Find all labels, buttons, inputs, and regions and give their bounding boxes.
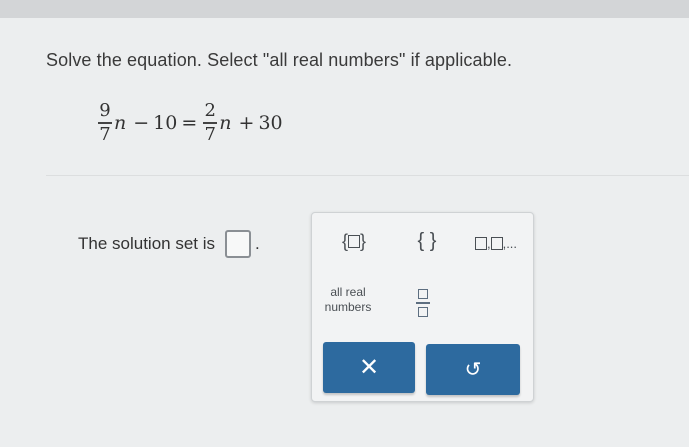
numerator-box-icon <box>418 289 428 300</box>
equals-sign: = <box>181 112 198 134</box>
top-bar <box>0 0 689 18</box>
lhs-denominator: 7 <box>99 123 111 145</box>
rhs-denominator: 7 <box>204 123 216 145</box>
denominator-box-icon <box>418 306 428 317</box>
list-button[interactable]: ,,... <box>472 231 520 255</box>
fraction-bar-icon <box>416 302 430 304</box>
rhs-fraction: 2 7 <box>203 100 218 146</box>
undo-button[interactable]: ↺ <box>426 344 520 395</box>
answer-input[interactable] <box>225 230 252 258</box>
rhs-constant: 30 <box>258 112 283 134</box>
lhs-variable: n <box>114 112 127 134</box>
lhs-fraction: 9 7 <box>98 100 112 146</box>
lhs-numerator: 9 <box>99 100 111 122</box>
rhs-numerator: 2 <box>204 100 216 122</box>
empty-set-button[interactable]: { } <box>407 227 447 255</box>
rhs-variable: n <box>219 112 232 134</box>
lhs-constant: 10 <box>153 112 178 134</box>
fraction-button[interactable] <box>410 281 436 325</box>
placeholder-box-icon <box>348 234 360 248</box>
section-divider <box>46 175 689 176</box>
set-with-element-button[interactable]: {} <box>334 227 374 255</box>
close-icon: ✕ <box>358 354 380 381</box>
math-palette: {} { } ,,... all real numbers ✕ ↺ <box>311 212 534 402</box>
list-suffix: ,... <box>502 235 518 251</box>
undo-icon: ↺ <box>464 359 482 381</box>
all-real-numbers-button[interactable]: all real numbers <box>318 281 378 319</box>
placeholder-box-icon <box>474 236 487 250</box>
right-brace: } <box>360 230 367 251</box>
answer-period: . <box>255 234 260 253</box>
placeholder-box-icon <box>490 236 503 250</box>
lhs-operator: − <box>133 112 150 134</box>
clear-button[interactable]: ✕ <box>323 342 415 393</box>
rhs-operator: + <box>238 112 255 134</box>
equation: 9 7 n − 10 = 2 7 n + 30 <box>96 95 283 151</box>
answer-line: The solution set is . <box>78 230 260 258</box>
answer-label: The solution set is <box>78 234 216 253</box>
question-prompt: Solve the equation. Select "all real num… <box>46 50 513 70</box>
